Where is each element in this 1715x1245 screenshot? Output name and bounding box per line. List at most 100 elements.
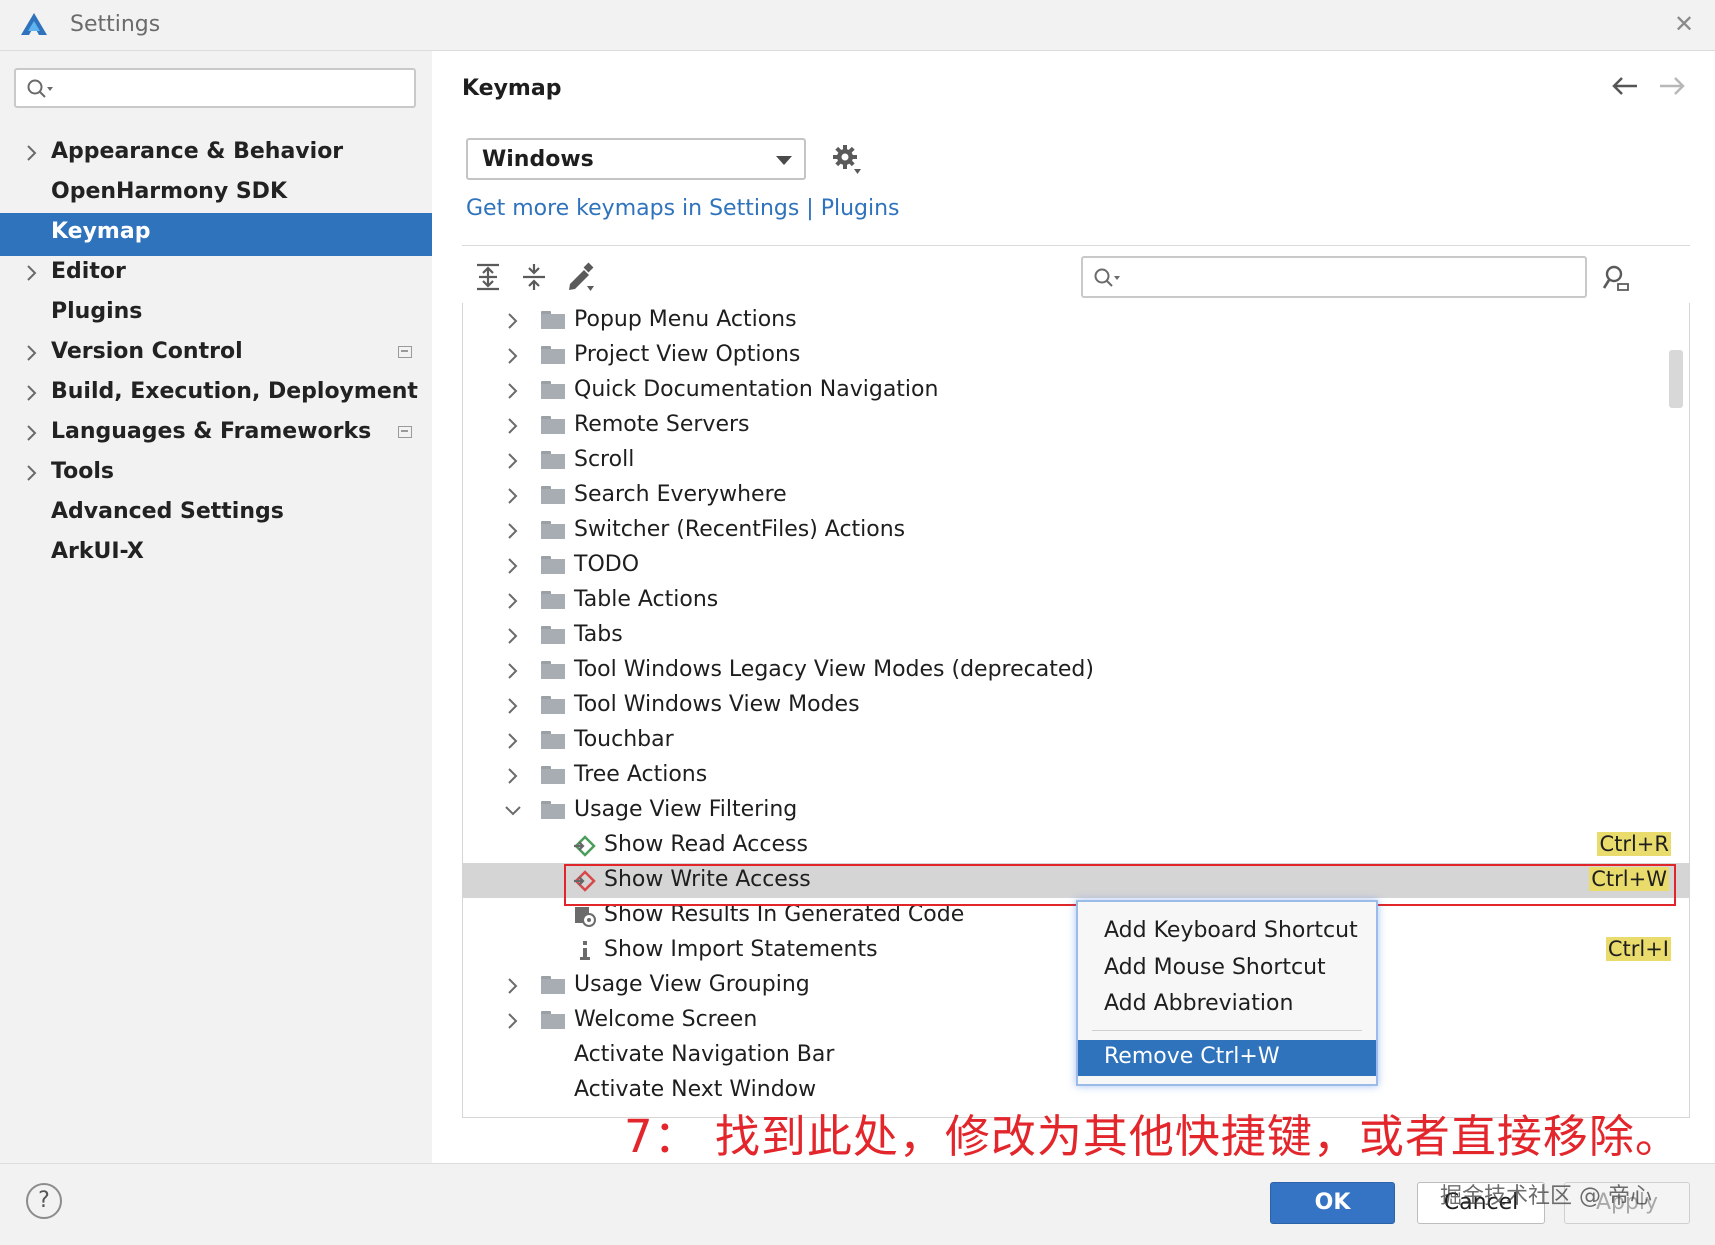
chevron-right-icon[interactable] — [503, 416, 523, 436]
back-arrow-icon[interactable] — [1611, 74, 1639, 98]
context-menu: Add Keyboard Shortcut Add Mouse Shortcut… — [1076, 900, 1378, 1086]
chevron-right-icon[interactable] — [503, 696, 523, 716]
tree-group-row[interactable]: Remote Servers — [463, 408, 1689, 443]
chevron-right-icon[interactable] — [503, 976, 523, 996]
action-search-input[interactable] — [1081, 256, 1587, 298]
tree-row-label: Scroll — [574, 447, 635, 472]
chevron-right-icon[interactable] — [22, 343, 42, 363]
chevron-down-icon[interactable] — [503, 801, 523, 821]
menu-item-add-keyboard-shortcut[interactable]: Add Keyboard Shortcut — [1078, 914, 1376, 950]
tree-row-label: Tabs — [574, 622, 623, 647]
find-by-shortcut-icon[interactable] — [1602, 264, 1632, 292]
tree-scrollbar[interactable] — [1669, 350, 1683, 408]
tree-group-row[interactable]: Search Everywhere — [463, 478, 1689, 513]
edit-shortcut-icon[interactable] — [566, 262, 596, 292]
write-access-icon — [574, 870, 596, 892]
sidebar-item-label: Version Control — [51, 339, 243, 364]
ok-button[interactable]: OK — [1270, 1182, 1395, 1224]
sidebar-item[interactable]: Languages & Frameworks — [0, 413, 432, 456]
tree-row-label: Popup Menu Actions — [574, 307, 797, 332]
chevron-right-icon[interactable] — [503, 591, 523, 611]
folder-icon — [541, 731, 565, 749]
tree-row-label: Tree Actions — [574, 762, 708, 787]
chevron-right-icon[interactable] — [22, 463, 42, 483]
tree-group-row[interactable]: Usage View Filtering — [463, 793, 1689, 828]
sidebar-item-label: OpenHarmony SDK — [51, 179, 287, 204]
close-icon[interactable]: ✕ — [1674, 10, 1694, 38]
tree-group-row[interactable]: Project View Options — [463, 338, 1689, 373]
sidebar-item-label: Tools — [51, 459, 114, 484]
sidebar-item[interactable]: Tools — [0, 453, 432, 496]
sidebar-item-label: Keymap — [51, 219, 151, 244]
chevron-right-icon[interactable] — [22, 143, 42, 163]
chevron-right-icon[interactable] — [503, 661, 523, 681]
window-title: Settings — [70, 12, 161, 37]
help-button[interactable]: ? — [26, 1183, 62, 1219]
collapse-all-icon[interactable] — [520, 262, 548, 292]
tree-group-row[interactable]: Quick Documentation Navigation — [463, 373, 1689, 408]
chevron-right-icon[interactable] — [503, 556, 523, 576]
tree-row-label: Remote Servers — [574, 412, 750, 437]
tree-action-row[interactable]: Show Write Access Ctrl+W — [463, 863, 1689, 898]
tree-group-row[interactable]: Tabs — [463, 618, 1689, 653]
divider — [462, 245, 1690, 246]
folder-icon — [541, 381, 565, 399]
tree-group-row[interactable]: Tool Windows View Modes — [463, 688, 1689, 723]
gear-icon[interactable] — [832, 144, 862, 176]
chevron-right-icon[interactable] — [503, 766, 523, 786]
tree-group-row[interactable]: Tool Windows Legacy View Modes (deprecat… — [463, 653, 1689, 688]
tree-group-row[interactable]: Popup Menu Actions — [463, 303, 1689, 338]
chevron-right-icon[interactable] — [503, 731, 523, 751]
tree-group-row[interactable]: Touchbar — [463, 723, 1689, 758]
chevron-right-icon[interactable] — [22, 263, 42, 283]
tree-action-row[interactable]: Show Read Access Ctrl+R — [463, 828, 1689, 863]
sidebar-item[interactable]: Appearance & Behavior — [0, 133, 432, 176]
chevron-right-icon[interactable] — [22, 383, 42, 403]
sidebar-item[interactable]: Plugins — [0, 293, 432, 336]
menu-item-add-abbreviation[interactable]: Add Abbreviation — [1078, 987, 1376, 1023]
folder-icon — [541, 766, 565, 784]
folder-icon — [541, 696, 565, 714]
import-info-icon — [580, 941, 590, 960]
tree-group-row[interactable]: Table Actions — [463, 583, 1689, 618]
chevron-right-icon[interactable] — [503, 626, 523, 646]
sidebar-item-label: Build, Execution, Deployment — [51, 379, 418, 404]
chevron-right-icon[interactable] — [503, 521, 523, 541]
tree-row-label: Switcher (RecentFiles) Actions — [574, 517, 906, 542]
sidebar-item[interactable]: OpenHarmony SDK — [0, 173, 432, 216]
menu-item-remove-shortcut[interactable]: Remove Ctrl+W — [1078, 1040, 1376, 1076]
chevron-right-icon[interactable] — [503, 311, 523, 331]
sidebar-item[interactable]: Build, Execution, Deployment — [0, 373, 432, 416]
sidebar-item[interactable]: Advanced Settings — [0, 493, 432, 536]
get-more-keymaps-link[interactable]: Get more keymaps in Settings | Plugins — [466, 196, 900, 221]
forward-arrow-icon[interactable] — [1658, 74, 1686, 98]
page-title: Keymap — [462, 76, 562, 101]
chevron-right-icon[interactable] — [503, 381, 523, 401]
folder-icon — [541, 661, 565, 679]
folder-icon — [541, 801, 565, 819]
sidebar-item[interactable]: Keymap — [0, 213, 432, 256]
sidebar-item-label: Plugins — [51, 299, 143, 324]
keymap-select[interactable]: Windows — [466, 138, 806, 180]
folder-icon — [541, 486, 565, 504]
expand-all-icon[interactable] — [474, 262, 502, 292]
sidebar-search-input[interactable] — [14, 68, 416, 108]
menu-item-add-mouse-shortcut[interactable]: Add Mouse Shortcut — [1078, 951, 1376, 987]
chevron-right-icon[interactable] — [22, 423, 42, 443]
sidebar-item-label: Editor — [51, 259, 126, 284]
chevron-right-icon[interactable] — [503, 1011, 523, 1031]
tree-group-row[interactable]: Tree Actions — [463, 758, 1689, 793]
sidebar-item[interactable]: ArkUI-X — [0, 533, 432, 576]
tree-group-row[interactable]: Scroll — [463, 443, 1689, 478]
tree-row-label: Quick Documentation Navigation — [574, 377, 939, 402]
tree-group-row[interactable]: TODO — [463, 548, 1689, 583]
sidebar-item[interactable]: Editor — [0, 253, 432, 296]
tree-row-label: Table Actions — [574, 587, 719, 612]
tree-group-row[interactable]: Switcher (RecentFiles) Actions — [463, 513, 1689, 548]
chevron-right-icon[interactable] — [503, 486, 523, 506]
chevron-right-icon[interactable] — [503, 346, 523, 366]
title-bar — [0, 0, 1715, 51]
chevron-right-icon[interactable] — [503, 451, 523, 471]
sidebar-item[interactable]: Version Control — [0, 333, 432, 376]
sidebar-item-label: Advanced Settings — [51, 499, 284, 524]
